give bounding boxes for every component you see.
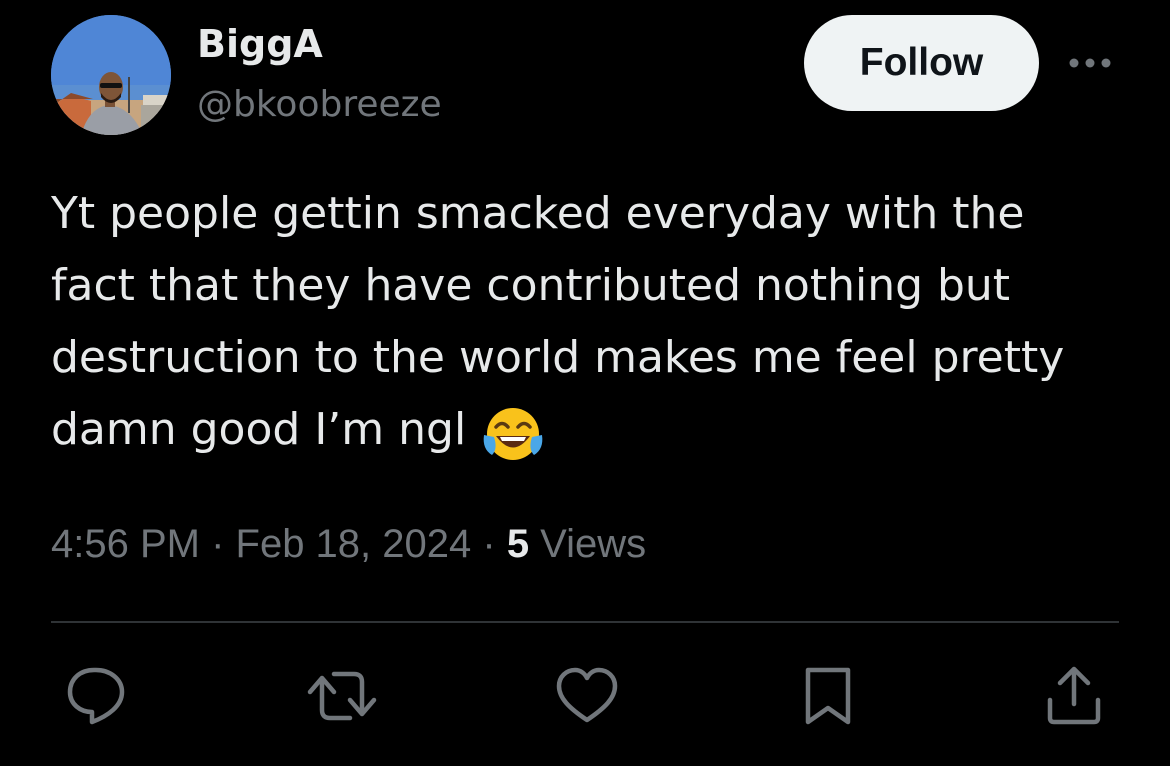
reply-button[interactable] [64, 664, 128, 728]
follow-button-label: Follow [859, 41, 984, 84]
meta-separator: · [471, 522, 507, 566]
bookmark-button[interactable] [800, 664, 856, 728]
divider [51, 621, 1119, 623]
author-display-name[interactable]: BiggA [197, 19, 323, 69]
bookmark-icon [805, 667, 851, 725]
tweet-date[interactable]: Feb 18, 2024 [236, 522, 472, 566]
meta-separator: · [199, 522, 236, 566]
profile-photo [51, 15, 171, 135]
views-count[interactable]: 5 [507, 522, 529, 566]
author-handle[interactable]: @bkoobreeze [197, 80, 442, 130]
more-options-button[interactable] [1064, 50, 1116, 76]
follow-button[interactable]: Follow [804, 15, 1039, 111]
views-label[interactable]: Views [529, 522, 646, 566]
retweet-icon [307, 671, 377, 721]
tweet-metadata: 4:56 PM · Feb 18, 2024 · 5 Views [51, 515, 646, 573]
face-with-tears-of-joy-emoji [482, 405, 544, 463]
retweet-button[interactable] [306, 664, 378, 728]
avatar[interactable] [51, 15, 171, 135]
more-horizontal-icon [1069, 58, 1111, 68]
heart-icon [556, 667, 618, 723]
share-icon [1047, 666, 1101, 725]
tweet-time[interactable]: 4:56 PM [51, 522, 200, 566]
share-button[interactable] [1044, 664, 1104, 728]
reply-icon [67, 667, 125, 725]
tweet-text: Yt people gettin smacked everyday with t… [51, 188, 1065, 455]
like-button[interactable] [555, 664, 619, 728]
